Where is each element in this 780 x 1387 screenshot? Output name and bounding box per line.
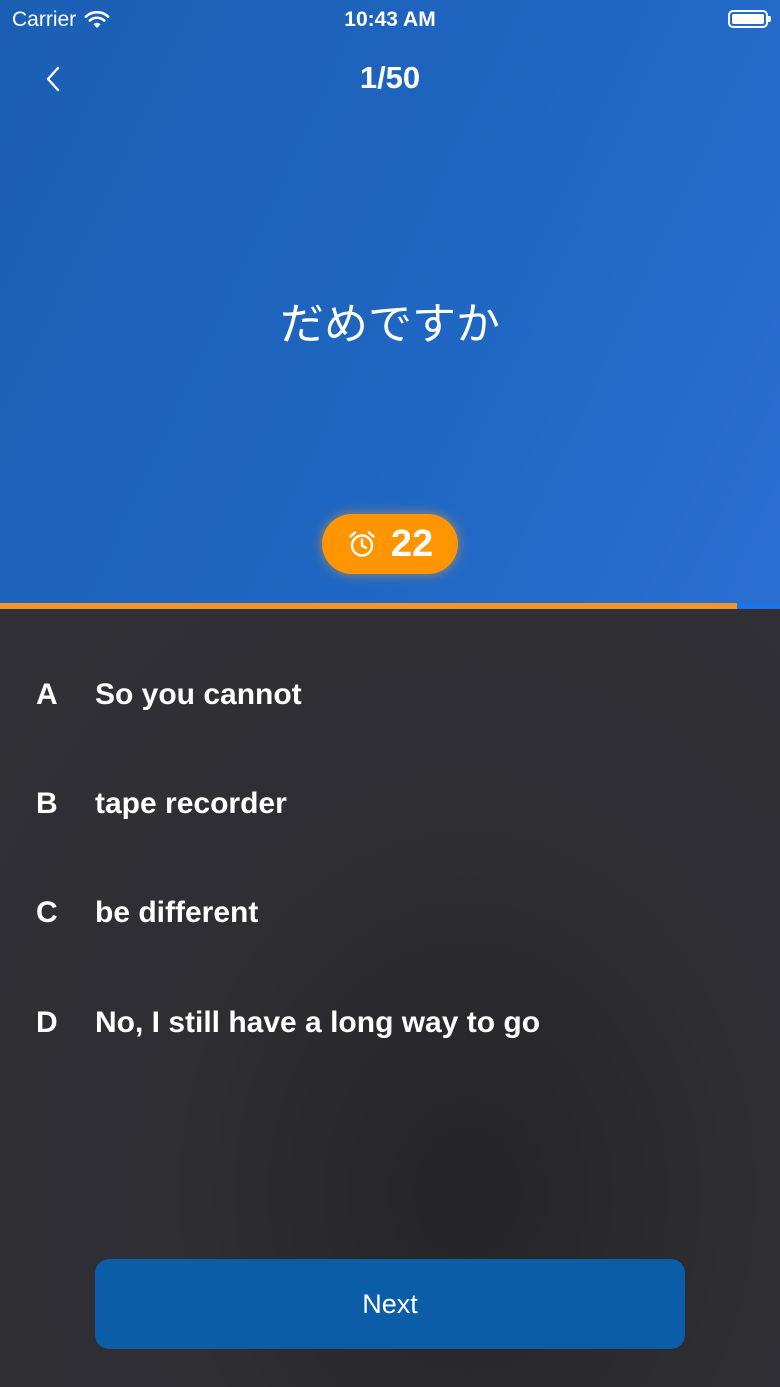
option-a[interactable]: A So you cannot — [0, 660, 780, 730]
option-letter: A — [36, 678, 58, 711]
option-b[interactable]: B tape recorder — [0, 769, 780, 839]
status-bar: Carrier 10:43 AM — [0, 0, 780, 40]
option-letter: B — [36, 787, 58, 820]
question-panel: Carrier 10:43 AM 1/50 だめですか 22 — [0, 0, 780, 604]
option-text: So you cannot — [95, 678, 302, 711]
battery-icon — [728, 10, 771, 28]
option-letter: D — [36, 1006, 58, 1039]
next-button[interactable]: Next — [95, 1259, 685, 1349]
alarm-clock-icon — [349, 531, 375, 557]
option-text: tape recorder — [95, 787, 287, 820]
question-counter: 1/50 — [359, 60, 421, 95]
option-text: No, I still have a long way to go — [95, 1006, 541, 1039]
timer-badge: 22 — [322, 514, 458, 574]
option-text: be different — [95, 896, 259, 929]
option-c[interactable]: C be different — [0, 878, 780, 948]
timer-value: 22 — [390, 522, 434, 565]
option-d[interactable]: D No, I still have a long way to go — [0, 988, 780, 1058]
status-time: 10:43 AM — [344, 8, 436, 31]
question-text: だめですか — [280, 299, 500, 350]
option-letter: C — [36, 896, 58, 929]
